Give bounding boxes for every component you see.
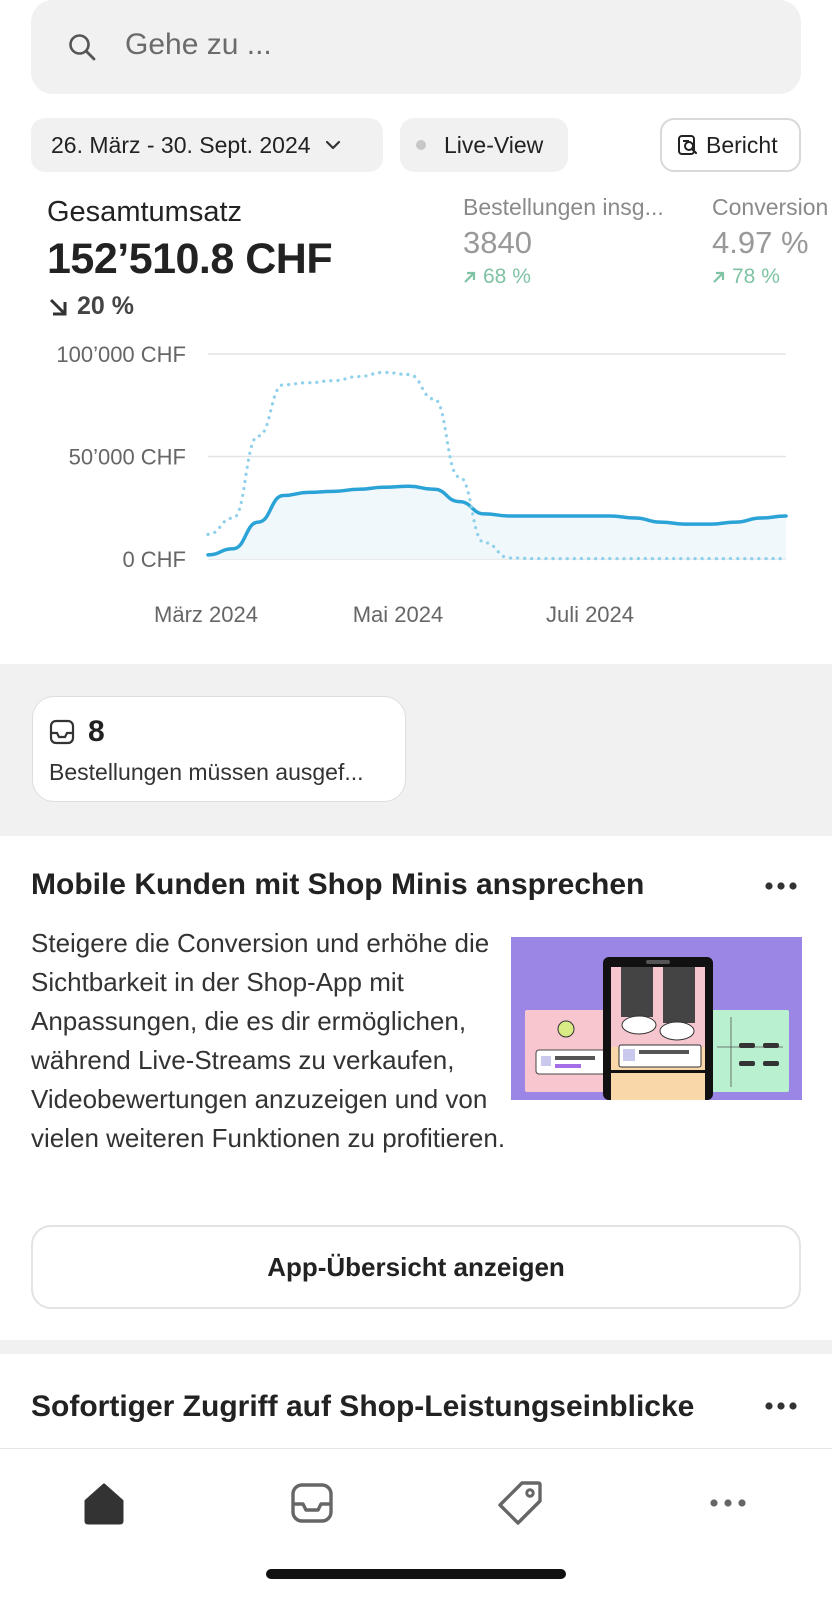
home-icon[interactable]	[78, 1477, 130, 1529]
promo-card-title: Mobile Kunden mit Shop Minis ansprechen	[31, 868, 645, 901]
x-tick-label: Juli 2024	[546, 602, 634, 627]
y-tick-label: 50’000 CHF	[69, 445, 186, 470]
search-placeholder: Gehe zu ...	[125, 28, 272, 61]
conversion-metric[interactable]: Conversion 4.97 % 78 %	[712, 194, 828, 289]
conversion-metric-value: 4.97 %	[712, 225, 809, 260]
arrow-up-right-icon	[713, 271, 725, 283]
orders-metric-change: 68 %	[463, 265, 664, 289]
date-range-selector[interactable]: 26. März - 30. Sept. 2024	[31, 118, 383, 172]
total-sales-change-value: 20 %	[77, 292, 134, 320]
orders-metric-change-value: 68 %	[483, 265, 531, 288]
orders-metric-label: Bestellungen insg...	[463, 194, 664, 220]
orders-to-fulfill-card[interactable]: 8 Bestellungen müssen ausgef...	[32, 696, 406, 802]
chevron-down-icon	[325, 140, 340, 150]
orders-to-fulfill-count: 8	[88, 715, 105, 748]
home-indicator	[266, 1569, 566, 1579]
report-button[interactable]: Bericht	[660, 118, 801, 172]
orders-to-fulfill-label: Bestellungen müssen ausgef...	[49, 759, 364, 785]
more-options-icon[interactable]	[764, 881, 798, 891]
conversion-metric-change-value: 78 %	[732, 265, 780, 288]
x-tick-label: Mai 2024	[353, 602, 444, 627]
more-icon[interactable]	[702, 1477, 754, 1529]
total-sales-value: 152’510.8 CHF	[47, 235, 333, 283]
arrow-down-right-icon	[49, 298, 67, 315]
more-options-icon[interactable]	[764, 1401, 798, 1411]
report-label: Bericht	[706, 131, 778, 158]
total-sales-change: 20 %	[47, 292, 134, 321]
search-icon	[69, 34, 96, 61]
orders-metric-value: 3840	[463, 225, 532, 260]
bottom-tab-bar	[0, 1448, 832, 1601]
shop-minis-illustration	[511, 937, 802, 1100]
live-view-label: Live-View	[444, 131, 544, 158]
y-tick-label: 100’000 CHF	[56, 342, 186, 367]
conversion-metric-change: 78 %	[712, 265, 828, 289]
total-sales-label: Gesamtumsatz	[47, 196, 242, 228]
report-icon	[678, 135, 698, 155]
arrow-up-right-icon	[464, 271, 476, 283]
sales-chart[interactable]: 100’000 CHF 50’000 CHF 0 CHF März 2024 Mai 2…	[0, 330, 832, 650]
search-bar[interactable]: Gehe zu ...	[31, 0, 801, 94]
inbox-icon	[49, 719, 75, 745]
inbox-icon[interactable]	[286, 1477, 338, 1529]
conversion-metric-label: Conversion	[712, 194, 829, 220]
x-tick-label: März 2024	[154, 602, 258, 627]
y-tick-label: 0 CHF	[122, 547, 186, 572]
orders-metric[interactable]: Bestellungen insg... 3840 68 %	[463, 194, 664, 289]
promo-card-body: Steigere die Conversion und erhöhe die S…	[31, 928, 506, 1153]
date-range-label: 26. März - 30. Sept. 2024	[51, 131, 311, 158]
live-status-dot	[416, 140, 426, 150]
live-view-button[interactable]: Live-View	[400, 118, 568, 172]
section-divider	[0, 1340, 832, 1354]
app-overview-button[interactable]: App-Übersicht anzeigen	[31, 1225, 801, 1309]
tag-icon[interactable]	[494, 1477, 546, 1529]
insights-card-title: Sofortiger Zugriff auf Shop-Leistungsein…	[31, 1390, 695, 1423]
